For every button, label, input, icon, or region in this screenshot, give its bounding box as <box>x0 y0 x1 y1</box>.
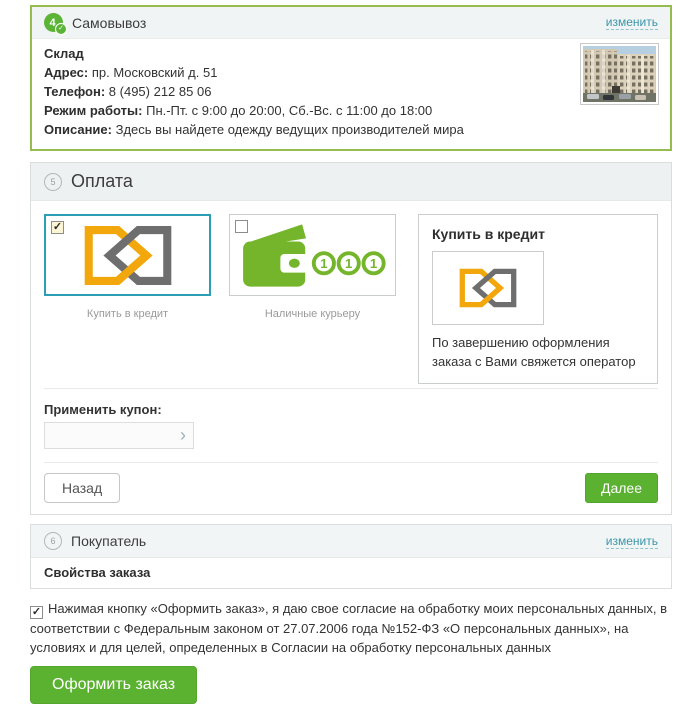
cash-option-caption: Наличные курьеру <box>229 308 396 320</box>
back-button[interactable]: Назад <box>44 473 120 503</box>
pickup-section: 4 ✓ Самовывоз изменить Склад Адрес: пр. … <box>30 5 672 151</box>
pickup-field-hours: Режим работы: Пн.-Пт. с 9:00 до 20:00, С… <box>44 101 658 120</box>
payment-title: Оплата <box>71 171 133 192</box>
check-badge-icon: ✓ <box>55 23 67 35</box>
consent-checkbox[interactable]: ✓ <box>30 606 43 619</box>
credit-detail-title: Купить в кредит <box>432 226 644 242</box>
coupon-label: Применить купон: <box>44 402 658 417</box>
svg-text:1: 1 <box>369 255 376 270</box>
payment-divider-bottom <box>44 462 658 463</box>
payment-body: ✓ Купить в кредит <box>31 201 671 514</box>
pickup-details: Склад Адрес: пр. Московский д. 51 Телефо… <box>32 39 670 149</box>
buyer-step-icon: 6 <box>44 532 62 550</box>
svg-text:1: 1 <box>320 255 327 270</box>
payment-option-credit-tile[interactable]: ✓ <box>44 214 211 296</box>
pickup-title: Самовывоз <box>72 15 146 31</box>
pickup-header: 4 ✓ Самовывоз изменить <box>32 7 670 39</box>
wallet-with-coins-icon: 1 1 1 <box>240 218 386 293</box>
pickup-step-check-icon: 4 ✓ <box>44 13 63 32</box>
order-properties-title: Свойства заказа <box>31 557 671 588</box>
payment-buttons-row: Назад Далее <box>44 473 658 503</box>
consent-text: Нажимая кнопку «Оформить заказ», я даю с… <box>30 601 667 655</box>
payment-divider-top <box>44 388 658 389</box>
coupon-apply-chevron-icon[interactable]: › <box>180 426 193 446</box>
building-photo-graphic <box>583 46 656 102</box>
payment-option-credit: ✓ Купить в кредит <box>44 214 211 320</box>
next-button[interactable]: Далее <box>585 473 658 503</box>
pickup-field-phone: Телефон: 8 (495) 212 85 06 <box>44 82 658 101</box>
pickup-change-link[interactable]: изменить <box>606 15 658 30</box>
payment-header: 5 Оплата <box>31 163 671 201</box>
payment-option-cash-tile[interactable]: 1 1 1 <box>229 214 396 296</box>
consent-block: ✓Нажимая кнопку «Оформить заказ», я даю … <box>30 599 672 657</box>
credit-option-caption: Купить в кредит <box>44 308 211 320</box>
coupon-field-box: › <box>44 422 194 449</box>
pickup-field-description: Описание: Здесь вы найдете одежду ведущи… <box>44 120 658 139</box>
cash-option-checkbox[interactable] <box>235 220 248 233</box>
coupon-input[interactable] <box>45 423 180 448</box>
credit-option-checkbox[interactable]: ✓ <box>51 221 64 234</box>
warehouse-building-photo <box>580 43 659 105</box>
svg-text:1: 1 <box>345 255 352 270</box>
place-order-button[interactable]: Оформить заказ <box>30 666 197 704</box>
payment-options-row: ✓ Купить в кредит <box>44 214 658 384</box>
credit-detail-panel: Купить в кредит По завершению оформления… <box>418 214 658 384</box>
payment-section: 5 Оплата ✓ Купить в кредит <box>30 162 672 515</box>
credit-interlocked-squares-logo <box>457 266 519 310</box>
credit-detail-logo-box <box>432 251 544 325</box>
buyer-header: 6 Покупатель изменить <box>31 525 671 557</box>
buyer-section: 6 Покупатель изменить Свойства заказа <box>30 524 672 589</box>
payment-step-icon: 5 <box>44 173 62 191</box>
credit-interlocked-squares-logo <box>80 222 176 289</box>
pickup-field-address: Адрес: пр. Московский д. 51 <box>44 63 658 82</box>
buyer-title: Покупатель <box>71 533 146 549</box>
payment-option-cash: 1 1 1 Наличные курьеру <box>229 214 396 320</box>
credit-detail-description: По завершению оформления заказа с Вами с… <box>432 333 644 371</box>
pickup-point-name: Склад <box>44 44 658 63</box>
buyer-change-link[interactable]: изменить <box>606 534 658 549</box>
checkout-page: 4 ✓ Самовывоз изменить Склад Адрес: пр. … <box>30 5 672 704</box>
